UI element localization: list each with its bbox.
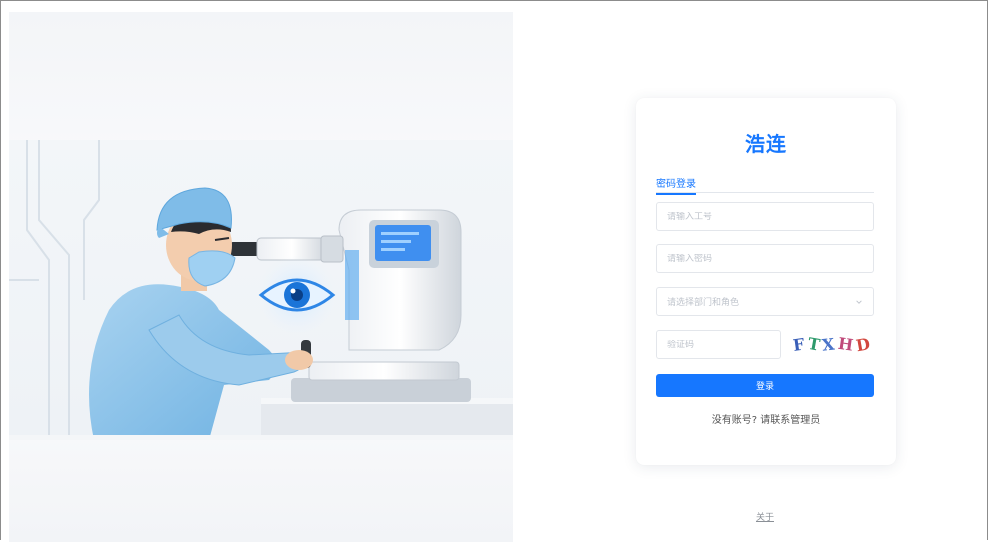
captcha-input[interactable]: [657, 339, 780, 350]
captcha-row: F T X H D: [656, 330, 874, 359]
department-role-placeholder: 请选择部门和角色: [667, 298, 740, 308]
tab-password-login[interactable]: 密码登录: [656, 175, 696, 195]
no-account-text: 没有账号? 请联系管理员: [711, 415, 821, 426]
login-button[interactable]: 登录: [656, 374, 874, 397]
captcha-field-wrapper: [656, 330, 781, 359]
employee-id-input[interactable]: [657, 211, 873, 222]
about-link[interactable]: 关于: [745, 510, 785, 523]
login-card: 浩连 密码登录 请选择部门和角色 F T X H D 登录 没有账号? 请联系管…: [636, 98, 896, 465]
password-input[interactable]: [657, 253, 873, 264]
password-field-wrapper: [656, 244, 874, 273]
department-role-select[interactable]: 请选择部门和角色: [656, 287, 874, 316]
login-tabs: 密码登录: [656, 175, 874, 195]
captcha-char: D: [854, 333, 875, 356]
doctor-eye-exam-illustration: [9, 140, 513, 440]
hero-illustration: [9, 12, 513, 542]
chevron-down-icon: [856, 299, 862, 304]
captcha-image[interactable]: F T X H D: [792, 330, 874, 359]
employee-id-field-wrapper: [656, 202, 874, 231]
app-title: 浩连: [745, 132, 787, 156]
